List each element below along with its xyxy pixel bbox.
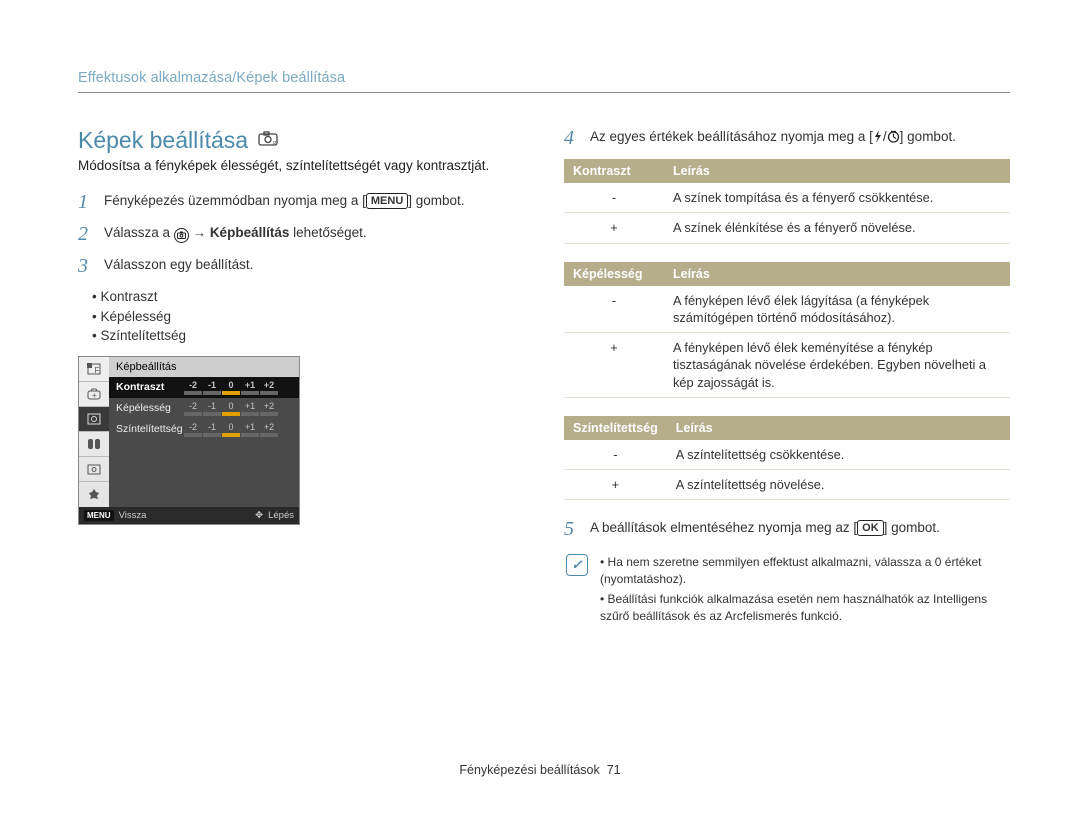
camera-menu-row: Képélesség -2-10+1+2 xyxy=(109,398,299,419)
sidebar-icon xyxy=(79,457,109,482)
note-icon: ✓ xyxy=(566,554,588,576)
step-text: Fényképezés üzemmódban nyomja meg a [ xyxy=(104,193,366,208)
camera-menu-screenshot: F + Képbeállítás Kontraszt -2-10+1+2 xyxy=(78,356,300,525)
camera-menu-title: Képbeállítás xyxy=(109,357,299,377)
step-2: 2 Válassza a → Képbeállítás lehetőséget. xyxy=(78,223,524,245)
footer-left-label: Vissza xyxy=(119,510,147,521)
sidebar-icon xyxy=(79,432,109,457)
step-1: 1 Fényképezés üzemmódban nyomja meg a [M… xyxy=(78,191,524,213)
th: Színtelítettség xyxy=(564,416,667,440)
arrow-text: → xyxy=(189,225,210,240)
sidebar-icon-selected xyxy=(79,407,109,432)
table-row: +A színek élénkítése és a fényerő növelé… xyxy=(564,213,1010,243)
sublist-item: Képélesség xyxy=(92,307,524,327)
table-row: -A fényképen lévő élek lágyítása (a fény… xyxy=(564,286,1010,333)
step-5: 5 A beállítások elmentéséhez nyomja meg … xyxy=(564,518,1010,540)
step-number: 5 xyxy=(564,518,584,540)
camera-row-label: Színtelítettség xyxy=(116,423,184,435)
sublist-item: Színtelítettség xyxy=(92,326,524,346)
timer-icon xyxy=(887,129,900,144)
sublist-item: Kontraszt xyxy=(92,287,524,307)
step-text: A beállítások elmentéséhez nyomja meg az… xyxy=(590,520,857,535)
flash-icon xyxy=(873,129,883,144)
camera-row-label: Képélesség xyxy=(116,402,184,414)
step-3: 3 Válasszon egy beállítást. xyxy=(78,255,524,277)
footer-page-number: 71 xyxy=(607,763,621,777)
step-text: Válasszon egy beállítást. xyxy=(104,255,524,275)
table-row: -A színek tompítása és a fényerő csökken… xyxy=(564,183,1010,213)
step-text: ] gombot. xyxy=(900,129,956,144)
camera-row-label: Kontraszt xyxy=(116,381,184,393)
table-row: -A színtelítettség csökkentése. xyxy=(564,440,1010,470)
th: Leírás xyxy=(667,416,1010,440)
menu-key-icon: MENU xyxy=(84,510,114,521)
nav-icon: ✥ xyxy=(255,510,263,521)
step-text: Válassza a xyxy=(104,225,174,240)
sidebar-icon xyxy=(79,482,109,507)
intro-text: Módosítsa a fényképek élességét, színtel… xyxy=(78,157,524,175)
footer-right-label: Lépés xyxy=(268,510,294,521)
step-number: 3 xyxy=(78,255,98,277)
camera-sidebar: F + xyxy=(79,357,109,507)
camera-row-ticks: -2-10+1+2 xyxy=(184,380,279,395)
sidebar-icon: F xyxy=(79,357,109,382)
contrast-table: KontrasztLeírás -A színek tompítása és a… xyxy=(564,159,1010,244)
page-title: Képek beállítása xyxy=(78,127,248,154)
svg-text:F: F xyxy=(95,366,100,375)
breadcrumb: Effektusok alkalmazása/Képek beállítása xyxy=(78,70,1010,93)
step-4: 4 Az egyes értékek beállításához nyomja … xyxy=(564,127,1010,149)
th: Leírás xyxy=(664,159,1010,183)
th: Képélesség xyxy=(564,262,664,286)
table-row: +A fényképen lévő élek keményítése a fén… xyxy=(564,333,1010,398)
camera-menu-row: Színtelítettség -2-10+1+2 xyxy=(109,419,299,440)
table-row: +A színtelítettség növelése. xyxy=(564,470,1010,500)
step-text: ] gombot. xyxy=(408,193,464,208)
camera-menu-footer: MENU Vissza ✥ Lépés xyxy=(79,507,299,524)
page-footer: Fényképezési beállítások 71 xyxy=(0,763,1080,777)
ok-button-label: OK xyxy=(857,520,884,536)
menu-button-label: MENU xyxy=(366,193,408,209)
note-item: Beállítási funkciók alkalmazása esetén n… xyxy=(600,591,1008,625)
note-block: ✓ Ha nem szeretne semmilyen effektust al… xyxy=(564,550,1010,631)
footer-label: Fényképezési beállítások xyxy=(459,763,599,777)
step-number: 4 xyxy=(564,127,584,149)
camera-icon xyxy=(174,228,189,243)
step-bold: Képbeállítás xyxy=(210,225,290,240)
sharpness-table: KépélességLeírás -A fényképen lévő élek … xyxy=(564,262,1010,398)
camera-mode-icon: P xyxy=(258,131,278,149)
step-number: 1 xyxy=(78,191,98,213)
svg-text:+: + xyxy=(92,391,97,400)
camera-row-ticks: -2-10+1+2 xyxy=(184,401,279,416)
step-text: lehetőséget. xyxy=(289,225,366,240)
th: Leírás xyxy=(664,262,1010,286)
step-text: ] gombot. xyxy=(884,520,940,535)
step-text: Az egyes értékek beállításához nyomja me… xyxy=(590,129,873,144)
saturation-table: SzíntelítettségLeírás -A színtelítettség… xyxy=(564,416,1010,501)
step-number: 2 xyxy=(78,223,98,245)
sidebar-icon: + xyxy=(79,382,109,407)
note-item: Ha nem szeretne semmilyen effektust alka… xyxy=(600,554,1008,588)
th: Kontraszt xyxy=(564,159,664,183)
camera-row-ticks: -2-10+1+2 xyxy=(184,422,279,437)
camera-menu-row: Kontraszt -2-10+1+2 xyxy=(109,377,299,398)
